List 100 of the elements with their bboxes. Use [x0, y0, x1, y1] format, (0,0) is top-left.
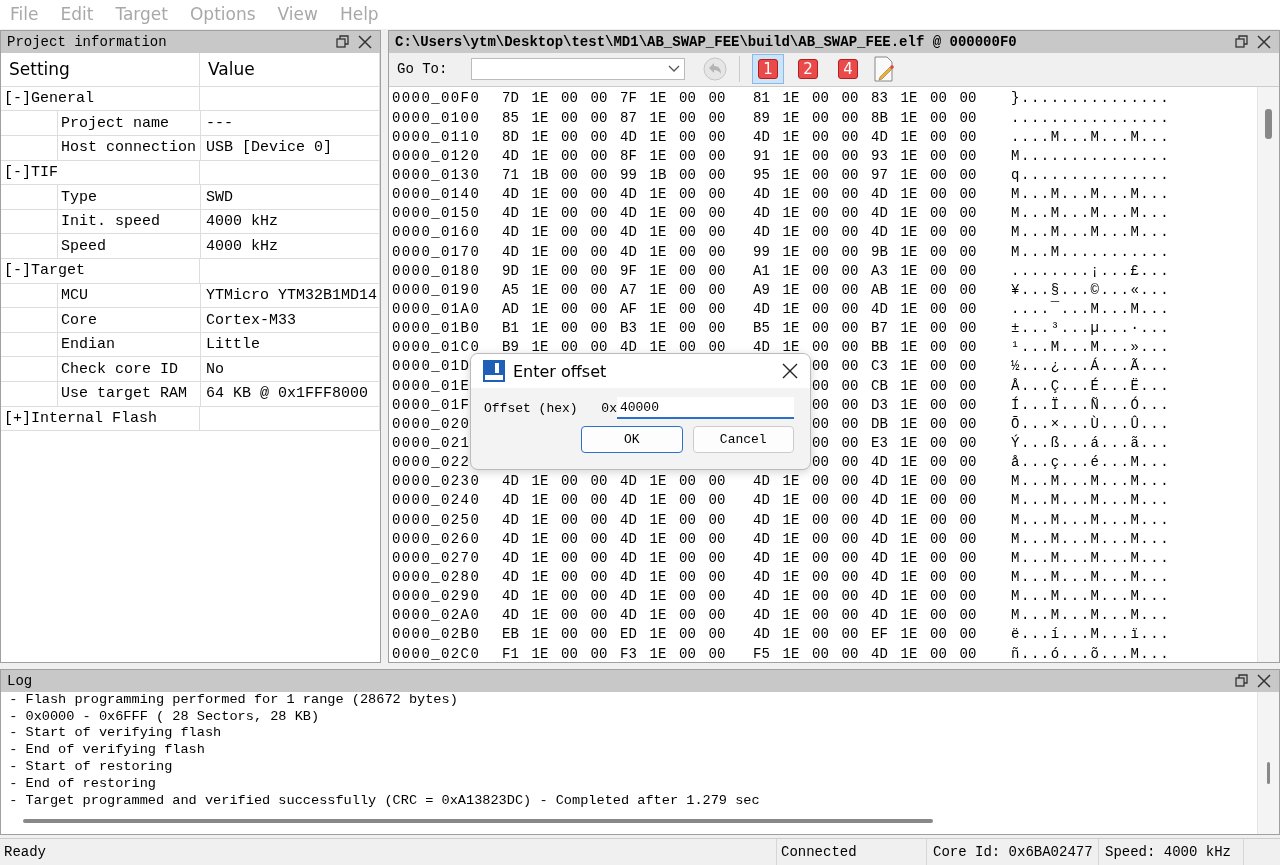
setting-name: Endian [60, 336, 115, 354]
edit-document-icon[interactable] [872, 56, 896, 83]
close-icon[interactable] [1257, 673, 1271, 688]
byte-cell-text: 00 [590, 492, 609, 509]
column-header[interactable]: Setting [1, 52, 200, 87]
byte-cell-text: 00 [708, 549, 727, 566]
byte-cell-text: F3 [620, 645, 638, 662]
byte-cell-text: 4D [502, 224, 520, 241]
byte-cell-text: 00 [590, 549, 609, 566]
byte-cell-text: 00 [679, 167, 697, 183]
byte-cell-text: 00 [930, 473, 948, 490]
expand-toggle[interactable]: [-] [4, 262, 31, 280]
byte-cell-text: 1E [782, 473, 801, 490]
byte-cell-text: EB [502, 626, 520, 643]
view-width-button[interactable]: 1 [752, 54, 784, 85]
byte-cell-text: 00 [561, 607, 579, 624]
byte-cell-text: 00 [841, 645, 860, 662]
byte-cell-text: 4D [502, 607, 520, 624]
byte-cell-text: 1E [649, 128, 668, 145]
byte-cell-text: 00 [561, 568, 579, 585]
close-icon[interactable] [782, 363, 798, 379]
byte-cell-text: 00 [679, 339, 697, 356]
byte-cell-text: 00 [930, 243, 948, 260]
byte-cell-text: 1E [900, 281, 919, 298]
byte-cell-text: 00 [959, 492, 978, 509]
expand-toggle[interactable]: [-] [4, 163, 31, 181]
byte-cell-text: 00 [959, 205, 978, 222]
close-icon[interactable] [1257, 34, 1271, 49]
setting-value: --- [205, 114, 233, 132]
address-cell: 0000_0130 [392, 167, 481, 183]
byte-cell-text: 00 [959, 301, 978, 317]
byte-cell-text: 1E [782, 568, 801, 585]
byte-cell-text: 4D [753, 339, 771, 356]
dialog-button[interactable]: Cancel [692, 426, 794, 453]
byte-cell-text: 1E [900, 492, 919, 509]
byte-cell-text: 1E [649, 339, 668, 356]
address-cell: 0000_022 [392, 454, 471, 471]
byte-cell-text: 00 [930, 454, 948, 471]
byte-cell-text: 4D [753, 511, 771, 528]
ascii-cell: ................ [1011, 109, 1171, 126]
ascii-cell: ñ...ó...õ...M... [1011, 645, 1171, 662]
byte-cell-text: 00 [708, 645, 727, 662]
byte-cell-text: 4D [753, 607, 771, 624]
byte-cell-text: 00 [590, 339, 609, 356]
byte-cell-text: 00 [841, 530, 860, 547]
panel-title: Log [7, 672, 34, 689]
byte-cell-text: 1E [531, 109, 550, 126]
byte-cell-text: 00 [930, 224, 948, 241]
close-icon[interactable] [358, 34, 372, 49]
scrollbar[interactable] [1257, 86, 1279, 662]
address-cell: 0000_021 [392, 434, 471, 451]
column-header[interactable]: Value [200, 52, 380, 87]
expand-toggle[interactable]: [-] [4, 90, 31, 108]
address-cell: 0000_0280 [392, 568, 481, 585]
byte-cell-text: 00 [708, 205, 727, 222]
byte-cell-text: 00 [812, 320, 830, 337]
byte-cell-text: 4D [871, 224, 889, 241]
byte-cell-text: 4D [620, 549, 638, 566]
expand-toggle[interactable]: [+] [4, 409, 31, 427]
byte-cell-text: 1E [900, 167, 919, 183]
byte-cell-text: 00 [561, 530, 579, 547]
byte-cell-text: 4D [620, 530, 638, 547]
byte-cell-text: 00 [708, 511, 727, 528]
setting-name: MCU [60, 286, 88, 304]
byte-cell-text: 00 [841, 473, 860, 490]
setting-value: 64 KB @ 0x1FFF8000 [205, 385, 369, 403]
byte-cell-text: 00 [679, 492, 697, 509]
byte-cell-text: 4D [871, 454, 889, 471]
byte-cell-text: DB [871, 415, 889, 432]
byte-cell-text: 00 [590, 262, 609, 279]
byte-cell-text: 00 [959, 147, 978, 164]
view-width-button[interactable]: 2 [792, 54, 824, 85]
address-cell: 0000_0150 [392, 205, 481, 222]
restore-icon[interactable] [336, 35, 350, 49]
setting-name: Use target RAM [60, 385, 188, 403]
byte-cell-text: 00 [930, 396, 948, 413]
byte-cell-text: 1E [531, 205, 550, 222]
restore-icon[interactable] [1235, 35, 1249, 49]
byte-cell-text: 00 [561, 205, 579, 222]
byte-cell-text: EF [871, 626, 889, 643]
byte-cell-text: 00 [590, 224, 609, 241]
byte-cell-text: A3 [871, 262, 889, 279]
byte-cell-text: 4D [620, 492, 638, 509]
byte-cell-text: 4D [502, 147, 520, 164]
byte-cell-text: 00 [959, 549, 978, 566]
dialog-button[interactable]: OK [581, 426, 683, 453]
byte-cell-text: 1E [531, 492, 550, 509]
byte-cell-text: 00 [930, 128, 948, 145]
view-width-button[interactable]: 4 [832, 54, 864, 85]
byte-cell-text: A1 [753, 262, 771, 279]
goto-label: Go To: [397, 61, 449, 78]
byte-cell-text: 1E [531, 281, 550, 298]
scrollbar[interactable] [1257, 691, 1279, 835]
byte-cell-text: 00 [959, 568, 978, 585]
byte-cell-text: 00 [959, 511, 978, 528]
offset-input[interactable]: 40000 [616, 397, 794, 419]
byte-cell-text: 4D [502, 549, 520, 566]
byte-cell-text: 00 [812, 607, 830, 624]
restore-icon[interactable] [1235, 674, 1249, 688]
byte-cell-text: 00 [959, 128, 978, 145]
